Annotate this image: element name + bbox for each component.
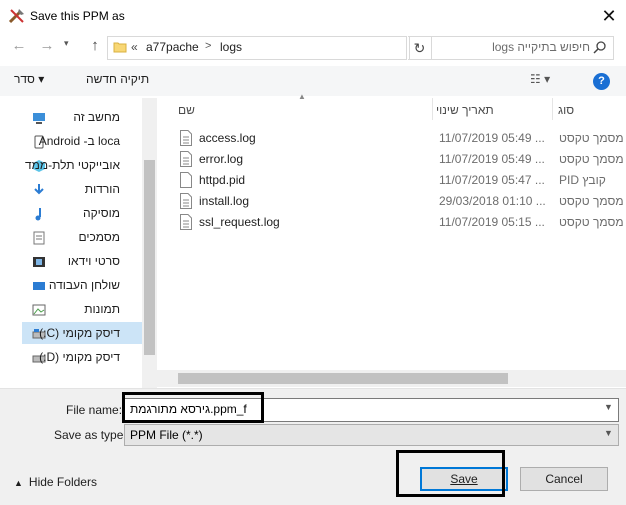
- back-button[interactable]: ←: [8, 37, 30, 59]
- sidebar-item-android[interactable]: Android -ב loca: [22, 130, 144, 152]
- text-file-icon: [180, 214, 192, 230]
- refresh-button[interactable]: ↻: [408, 36, 432, 60]
- text-file-icon: [180, 193, 192, 209]
- file-type: מסמך טקסט: [559, 152, 624, 166]
- documents-icon: [32, 230, 46, 245]
- sidebar-scrollbar-thumb[interactable]: [144, 160, 155, 355]
- desktop-icon: [32, 278, 46, 292]
- sidebar-item-documents[interactable]: מסמכים: [22, 226, 144, 248]
- file-date: 11/07/2019 05:49 ...: [439, 131, 545, 145]
- sidebar-item-label: אובייקטי תלת-ממד: [24, 158, 120, 172]
- sidebar-item-label: דיסק מקומי (D:): [39, 350, 120, 364]
- sidebar-item-local-disk-d[interactable]: דיסק מקומי (D:): [22, 346, 144, 368]
- sidebar-item-music[interactable]: מוסיקה: [22, 202, 144, 224]
- hide-folders-label: Hide Folders: [28, 475, 97, 489]
- window-title: Save this PPM as: [30, 9, 125, 23]
- recent-locations-button[interactable]: ▾: [64, 38, 78, 58]
- pictures-icon: [32, 302, 46, 316]
- file-row[interactable]: ssl_request.log 11/07/2019 05:15 ... מסמ…: [174, 212, 626, 233]
- navigation-pane: מחשב זה Android -ב loca אובייקטי תלת-ממד…: [0, 98, 157, 388]
- file-date: 11/07/2019 05:15 ...: [439, 215, 545, 229]
- file-name: access.log: [199, 131, 256, 145]
- sidebar-item-label: שולחן העבודה: [48, 278, 120, 292]
- file-name: error.log: [199, 152, 244, 166]
- sidebar-item-label: מסמכים: [78, 230, 120, 244]
- chevron-up-icon: ▲: [14, 478, 23, 488]
- breadcrumb-item[interactable]: logs: [220, 40, 242, 54]
- sidebar-item-pictures[interactable]: תמונות: [22, 298, 144, 320]
- sidebar-item-label: הורדות: [84, 182, 120, 196]
- file-date: 11/07/2019 05:47 ...: [439, 173, 545, 187]
- file-type: מסמך טקסט: [559, 215, 624, 229]
- computer-icon: [32, 110, 46, 124]
- horizontal-scrollbar-thumb[interactable]: [178, 373, 508, 384]
- file-date: 29/03/2018 01:10 ...: [439, 194, 546, 208]
- column-header-date[interactable]: תאריך שינוי: [436, 103, 494, 117]
- file-type: מסמך טקסט: [559, 131, 624, 145]
- folder-icon: [113, 40, 127, 54]
- save-type-label: Save as type:: [54, 428, 127, 442]
- sidebar-item-3d-objects[interactable]: אובייקטי תלת-ממד: [22, 154, 144, 176]
- search-input[interactable]: חיפוש בתיקייה logs: [470, 40, 590, 54]
- close-button[interactable]: ✕: [596, 3, 622, 29]
- file-date: 11/07/2019 05:49 ...: [439, 152, 545, 166]
- text-file-icon: [180, 130, 192, 146]
- file-name-label: File name:: [66, 403, 123, 417]
- search-icon[interactable]: [593, 40, 607, 54]
- help-button[interactable]: ?: [593, 73, 610, 90]
- video-icon: [32, 254, 46, 268]
- file-type: קובץ PID: [559, 173, 606, 187]
- new-folder-button[interactable]: תיקיה חדשה: [86, 72, 149, 86]
- file-icon: [180, 172, 192, 188]
- organize-button[interactable]: סדר ▾: [14, 72, 44, 86]
- column-divider[interactable]: [432, 98, 433, 120]
- sidebar-item-label: Android -ב loca: [38, 134, 120, 148]
- breadcrumb-item[interactable]: a77pache: [146, 40, 199, 54]
- sidebar-item-label: תמונות: [84, 302, 120, 316]
- sidebar-item-label: סרטי וידאו: [67, 254, 120, 268]
- file-name: ssl_request.log: [199, 215, 280, 229]
- up-folder-button[interactable]: ↑: [84, 37, 106, 59]
- app-tools-icon: [8, 7, 26, 25]
- file-name: httpd.pid: [199, 173, 246, 187]
- sidebar-item-this-pc[interactable]: מחשב זה: [22, 106, 144, 128]
- column-header-type[interactable]: סוג: [558, 103, 574, 117]
- sidebar-item-label: דיסק מקומי (C:): [39, 326, 120, 340]
- file-row[interactable]: access.log 11/07/2019 05:49 ... מסמך טקס…: [174, 128, 626, 149]
- save-type-value[interactable]: PPM File (*.*): [130, 428, 203, 442]
- column-divider[interactable]: [552, 98, 553, 120]
- forward-button[interactable]: →: [36, 37, 58, 59]
- file-row[interactable]: install.log 29/03/2018 01:10 ... מסמך טק…: [174, 191, 626, 212]
- sidebar-item-videos[interactable]: סרטי וידאו: [22, 250, 144, 272]
- file-name-highlight: [122, 392, 264, 423]
- chevron-down-icon[interactable]: ▼: [604, 402, 613, 412]
- sidebar-item-local-disk-c[interactable]: דיסק מקומי (C:): [22, 322, 144, 344]
- music-icon: [32, 206, 46, 221]
- text-file-icon: [180, 151, 192, 167]
- chevron-down-icon[interactable]: ▼: [604, 428, 613, 438]
- sidebar-item-desktop[interactable]: שולחן העבודה: [22, 274, 144, 296]
- save-button-highlight: [396, 450, 505, 497]
- download-icon: [32, 182, 46, 196]
- sidebar-item-label: מוסיקה: [82, 206, 120, 220]
- column-header-name[interactable]: שם: [178, 103, 195, 117]
- sidebar-item-downloads[interactable]: הורדות: [22, 178, 144, 200]
- file-type: מסמך טקסט: [559, 194, 624, 208]
- breadcrumb-separator[interactable]: >: [205, 40, 211, 52]
- hide-folders-button[interactable]: ▲ Hide Folders: [14, 475, 97, 489]
- view-options-button[interactable]: ☷ ▾: [530, 72, 550, 86]
- file-row[interactable]: error.log 11/07/2019 05:49 ... מסמך טקסט: [174, 149, 626, 170]
- file-row[interactable]: httpd.pid 11/07/2019 05:47 ... קובץ PID: [174, 170, 626, 191]
- cancel-button[interactable]: Cancel: [520, 467, 608, 491]
- file-name: install.log: [199, 194, 250, 208]
- sort-up-icon: ▲: [298, 92, 306, 101]
- sidebar-item-label: מחשב זה: [73, 110, 120, 124]
- breadcrumb-overflow[interactable]: «: [131, 40, 138, 54]
